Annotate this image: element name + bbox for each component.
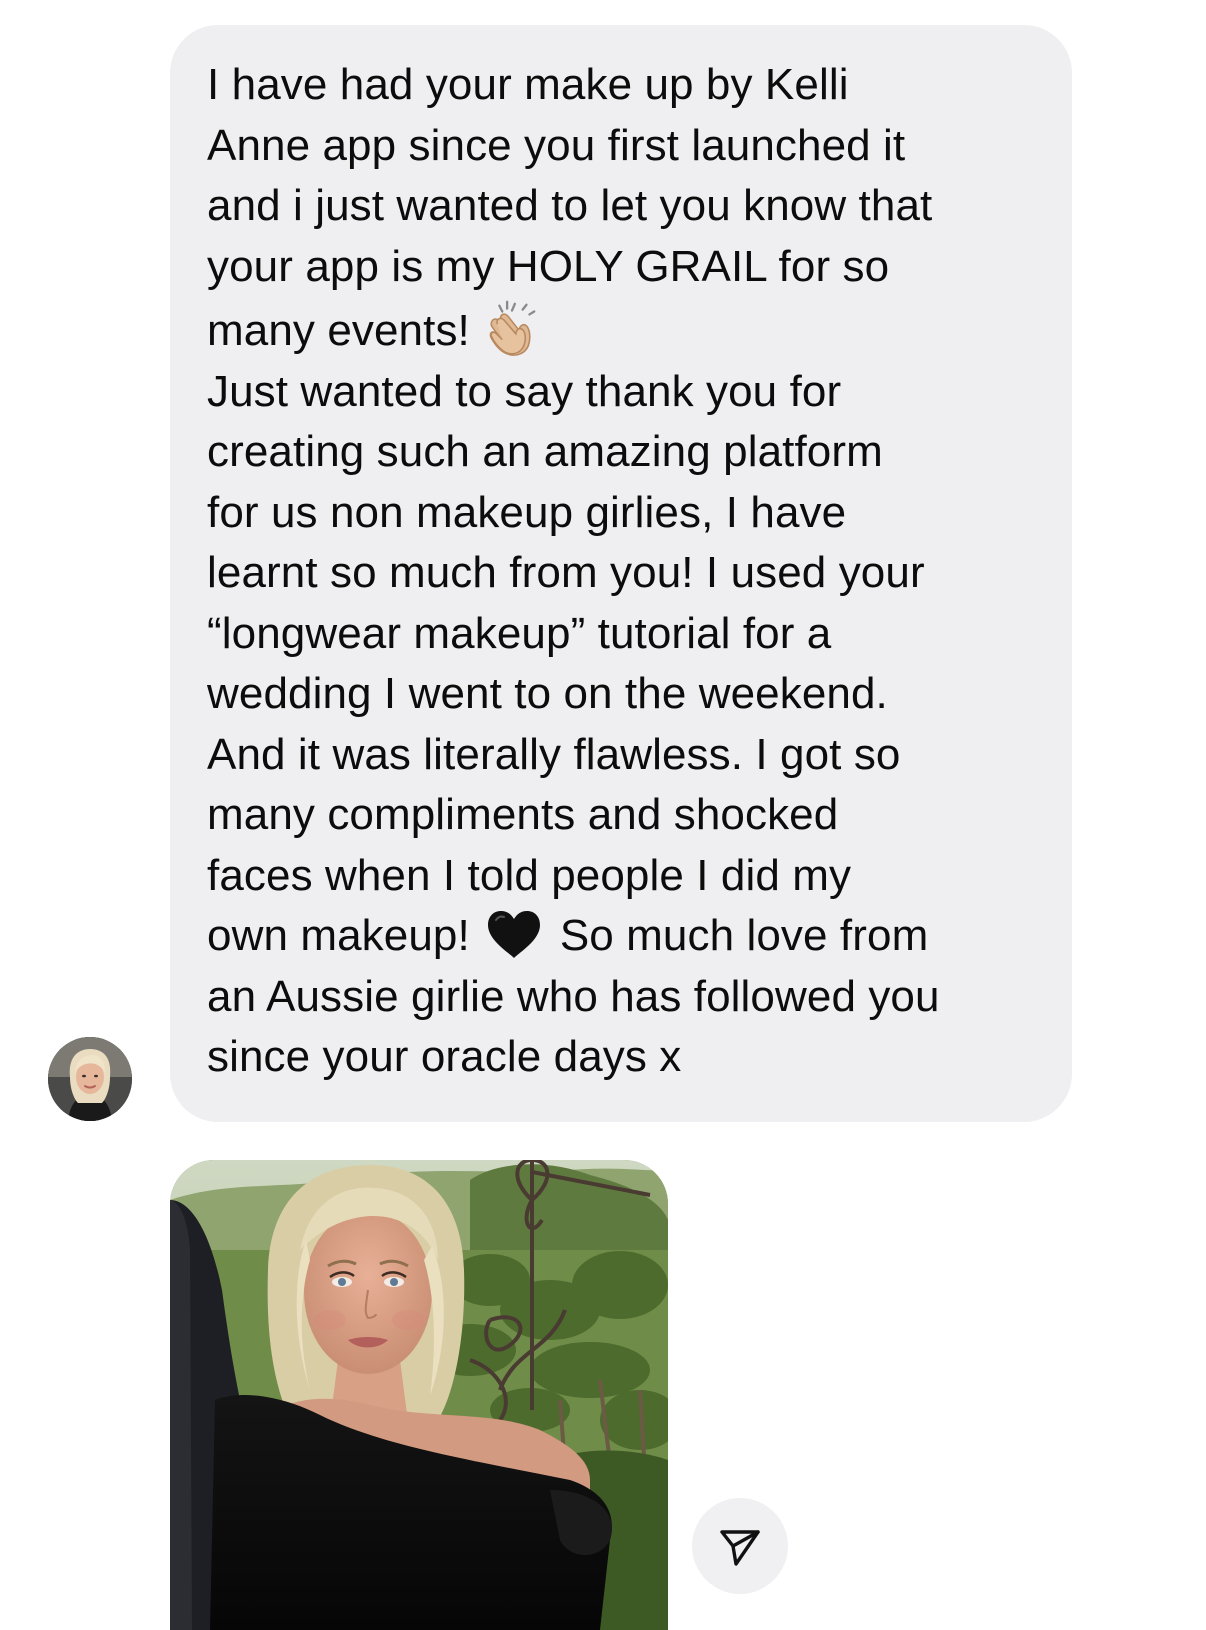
message-line: for us non makeup girlies, I have [207,487,847,537]
message-line: since your oracle days x [207,1032,682,1081]
avatar[interactable] [48,1037,132,1121]
message-bubble[interactable]: I have had your make up by Kelli Anne ap… [170,25,1072,1122]
message-line-with-emoji: many events! [207,297,1047,362]
message-text: I have had your make up by Kelli Anne ap… [207,55,1047,1088]
black-heart-icon [487,911,540,958]
message-line: Anne app since you first launched it [207,120,906,170]
message-line: So much love from [559,911,929,960]
message-line: an Aussie girlie who has followed you [207,971,940,1021]
avatar-image [48,1037,132,1121]
message-line: And it was literally flawless. I got so [207,729,901,779]
message-line: “longwear makeup” tutorial for a [207,608,832,658]
message-line: and i just wanted to let you know that [207,181,933,230]
message-line-with-emoji: own makeup! So much love from [207,906,1047,967]
message-line: many events! [207,306,470,355]
message-line: your app is my HOLY GRAIL for so [207,241,890,291]
message-line: learnt so much from you! I used your [207,548,925,597]
share-button[interactable] [692,1498,788,1594]
message-line: faces when I told people I did my [207,850,852,900]
message-line: creating such an amazing platform [207,427,883,476]
message-line: own makeup! [207,911,470,960]
message-line: Just wanted to say thank you for [207,366,842,416]
clapping-hands-icon [489,300,536,356]
photo-image [170,1160,668,1630]
message-line: many compliments and shocked [207,790,839,839]
message-line: I have had your make up by Kelli [207,60,849,109]
message-line: wedding I went to on the weekend. [207,669,888,718]
message-thread: I have had your make up by Kelli Anne ap… [0,0,1206,1630]
photo-attachment[interactable] [170,1160,668,1630]
send-icon [720,1530,760,1566]
